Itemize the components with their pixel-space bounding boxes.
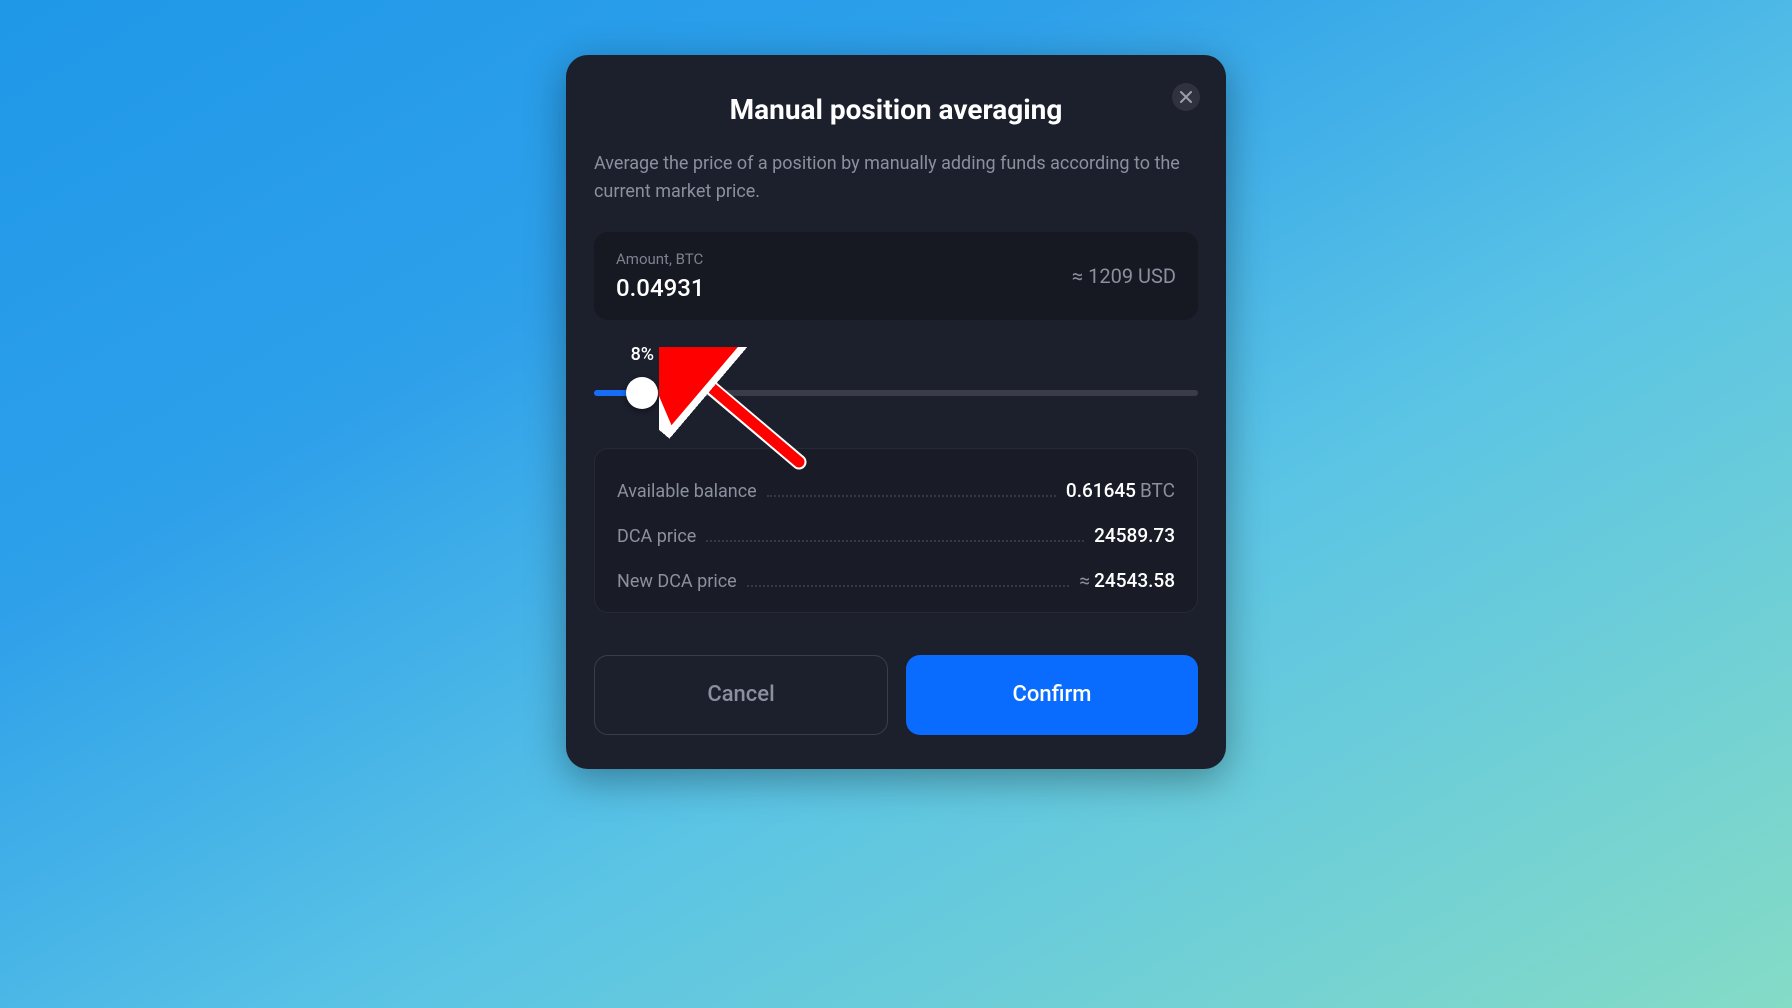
info-card: Available balance 0.61645BTC DCA price 2… — [594, 448, 1198, 613]
dca-price-label: DCA price — [617, 526, 696, 547]
cancel-button[interactable]: Cancel — [594, 655, 888, 735]
close-icon — [1180, 88, 1192, 107]
button-row: Cancel Confirm — [594, 655, 1198, 735]
modal-title: Manual position averaging — [594, 93, 1198, 126]
amount-card: Amount, BTC 0.04931 ≈ 1209 USD — [594, 232, 1198, 320]
available-balance-label: Available balance — [617, 481, 757, 502]
modal-description: Average the price of a position by manua… — [594, 150, 1198, 206]
page-background: Manual position averaging Average the pr… — [0, 0, 1792, 1008]
dca-price-value: 24589.73 — [1094, 524, 1175, 547]
confirm-button[interactable]: Confirm — [906, 655, 1198, 735]
new-dca-price-label: New DCA price — [617, 571, 737, 592]
slider-track — [594, 390, 1198, 396]
slider-percent-label: 8% — [631, 344, 654, 365]
position-averaging-modal: Manual position averaging Average the pr… — [566, 55, 1226, 769]
row-dca-price: DCA price 24589.73 — [617, 514, 1175, 559]
percent-slider[interactable]: 8% — [594, 344, 1198, 424]
slider-thumb[interactable] — [626, 377, 658, 409]
row-available-balance: Available balance 0.61645BTC — [617, 469, 1175, 514]
new-dca-price-value: ≈24543.58 — [1079, 569, 1175, 592]
row-new-dca-price: New DCA price ≈24543.58 — [617, 559, 1175, 600]
available-balance-value: 0.61645BTC — [1066, 479, 1175, 502]
close-button[interactable] — [1172, 83, 1200, 111]
amount-approx: ≈ 1209 USD — [1072, 264, 1176, 288]
amount-value[interactable]: 0.04931 — [616, 274, 705, 302]
amount-label: Amount, BTC — [616, 250, 705, 268]
